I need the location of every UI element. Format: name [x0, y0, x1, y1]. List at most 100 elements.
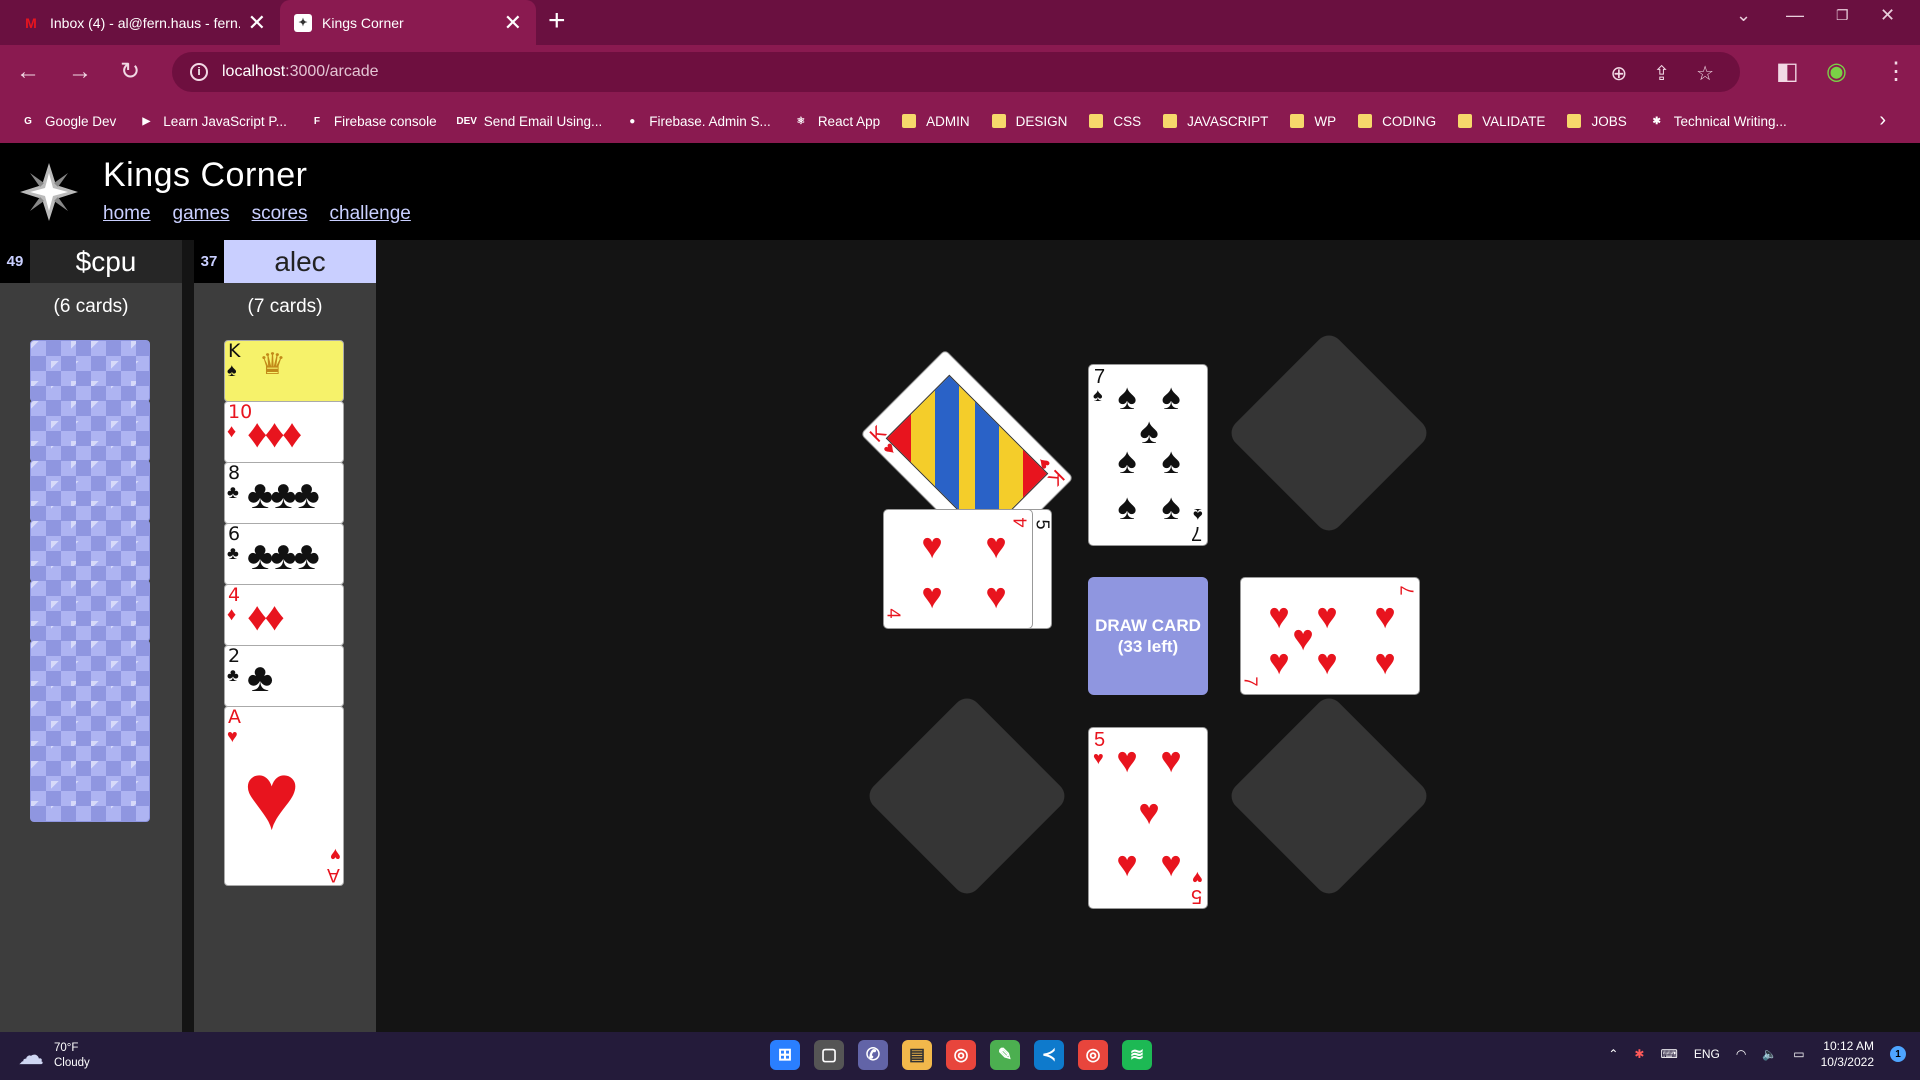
gmail-icon: M [25, 14, 37, 31]
bookmark-item[interactable]: CODING [1358, 114, 1436, 129]
tray-app-icon[interactable]: ✱ [1634, 1047, 1644, 1061]
bookmark-item[interactable]: DESIGN [991, 114, 1067, 129]
card-rank: 5 [1032, 519, 1052, 530]
north-pile[interactable]: 7 ♠ ♠ ♠ ♠ ♠ ♠ ♠ ♠ 7 ♠ [1088, 364, 1208, 546]
user-card-count: (7 cards) [247, 296, 323, 317]
bookmark-item[interactable]: JAVASCRIPT [1163, 114, 1268, 129]
vscode-icon[interactable]: ≺ [1034, 1040, 1064, 1070]
card-rank: 6 [228, 523, 241, 545]
tab-gmail[interactable]: M Inbox (4) - al@fern.haus - fern. ✕ [8, 0, 280, 45]
back-button[interactable]: ← [16, 58, 40, 86]
south-pile[interactable]: 5 ♥ ♥ ♥ ♥ ♥ ♥ 5 ♥ [1088, 727, 1208, 909]
cpu-card-back [30, 580, 150, 642]
tab-search-icon[interactable]: ⌄ [1736, 0, 1751, 30]
bookmark-item[interactable]: ADMIN [902, 114, 970, 129]
hand-card[interactable]: K ♠ ♛ [224, 340, 344, 402]
hand-card[interactable]: 2 ♣ ♣ [224, 645, 344, 707]
clock[interactable]: 10:12 AM 10/3/2022 [1821, 1038, 1874, 1070]
start-icon[interactable]: ⊞ [770, 1040, 800, 1070]
folder-icon [1089, 114, 1104, 128]
card-suit: ♠ [1193, 505, 1203, 525]
suit-pip: ♥ [1138, 791, 1160, 832]
side-panel-icon[interactable]: ◧ [1776, 58, 1799, 86]
corner-ne-slot[interactable] [1225, 329, 1433, 537]
bookmark-item[interactable]: ● Firebase. Admin S... [624, 113, 771, 129]
restore-button[interactable]: ❐ [1836, 0, 1849, 30]
bookmark-star-icon[interactable]: ☆ [1696, 61, 1714, 86]
cpu-panel: 49 $cpu (6 cards) [0, 240, 182, 1032]
card-rank: 7 [1240, 676, 1261, 687]
address-bar[interactable]: i localhost :3000/arcade ⊕ ⇪ ☆ [172, 52, 1740, 92]
bookmark-item[interactable]: JOBS [1567, 114, 1627, 129]
nav-games[interactable]: games [173, 203, 230, 225]
hand-card[interactable]: A ♥ ♥ A ♥ [224, 706, 344, 886]
suit-pip: ♥ [985, 525, 1007, 566]
notepad-icon[interactable]: ✎ [990, 1040, 1020, 1070]
url-host: localhost [222, 63, 286, 80]
extension-icon[interactable]: ◉ [1826, 58, 1847, 86]
bookmark-item[interactable]: WP [1290, 114, 1336, 129]
close-icon[interactable]: ✕ [504, 11, 522, 34]
close-window-button[interactable]: ✕ [1880, 0, 1895, 30]
new-tab-button[interactable]: + [548, 6, 566, 36]
bookmark-item[interactable]: VALIDATE [1458, 114, 1545, 129]
chevron-right-icon[interactable]: › [1879, 109, 1886, 132]
east-pile[interactable]: 7 7 ♥ ♥ ♥ ♥ ♥ ♥ ♥ [1240, 577, 1420, 695]
hand-card[interactable]: 6 ♣ ♣♣♣ [224, 523, 344, 585]
west-pile[interactable]: 4 4 ♥ ♥ ♥ ♥ [883, 509, 1033, 629]
wifi-icon[interactable]: ◠ [1736, 1047, 1746, 1061]
teams-icon[interactable]: ✆ [858, 1040, 888, 1070]
hand-card[interactable]: 8 ♣ ♣♣♣ [224, 462, 344, 524]
spotify-icon[interactable]: ≋ [1122, 1040, 1152, 1070]
main-nav: home games scores challenge [103, 203, 411, 225]
taskbar-apps: ⊞ ▢ ✆ ▤ ◎ ✎ ≺ ◎ ≋ [770, 1040, 1152, 1070]
forward-button[interactable]: → [68, 58, 92, 86]
app-title: Kings Corner [103, 156, 308, 194]
bookmark-label: ADMIN [926, 113, 970, 129]
chrome-active-icon[interactable]: ◎ [1078, 1040, 1108, 1070]
draw-card-button[interactable]: DRAW CARD (33 left) [1088, 577, 1208, 695]
task-view-icon[interactable]: ▢ [814, 1040, 844, 1070]
hand-card[interactable]: 10 ♦ ♦♦♦ [224, 401, 344, 463]
nav-home[interactable]: home [103, 203, 151, 225]
language-indicator[interactable]: ENG [1694, 1047, 1720, 1061]
bookmark-item[interactable]: CSS [1089, 114, 1141, 129]
notification-badge[interactable]: 1 [1890, 1046, 1906, 1062]
corner-se-slot[interactable] [1225, 692, 1433, 900]
volume-icon[interactable]: 🔈 [1762, 1047, 1777, 1061]
hand-card[interactable]: 4 ♦ ♦♦ [224, 584, 344, 646]
bookmark-icon: ● [629, 115, 636, 127]
nav-scores[interactable]: scores [252, 203, 308, 225]
chrome-icon[interactable]: ◎ [946, 1040, 976, 1070]
bookmark-item[interactable]: F Firebase console [309, 113, 437, 129]
card-rank: 5 [1190, 885, 1202, 907]
card-suit: ♣ [227, 482, 239, 502]
cpu-card-count: (6 cards) [53, 296, 129, 317]
suit-pip: ♥ [1160, 739, 1182, 780]
card-rank: 4 [883, 608, 904, 619]
minimize-button[interactable]: — [1786, 0, 1804, 30]
share-icon[interactable]: ⇪ [1653, 61, 1670, 86]
chevron-up-icon[interactable]: ⌃ [1608, 1047, 1618, 1061]
suit-pip: ♥ [921, 575, 943, 616]
bookmark-item[interactable]: ⚛ React App [793, 113, 880, 129]
tab-kings-corner[interactable]: ✦ Kings Corner ✕ [280, 0, 536, 45]
file-explorer-icon[interactable]: ▤ [902, 1040, 932, 1070]
close-icon[interactable]: ✕ [248, 11, 266, 34]
bookmark-item[interactable]: DEV Send Email Using... [456, 113, 602, 129]
bookmark-item[interactable]: G Google Dev [20, 113, 116, 129]
info-icon[interactable]: i [190, 63, 208, 81]
corner-sw-slot[interactable] [863, 692, 1071, 900]
weather-widget[interactable]: ☁ 70°F Cloudy [18, 1040, 90, 1071]
bookmark-icon: ⚛ [796, 115, 806, 127]
bookmark-item[interactable]: ▶ Learn JavaScript P... [138, 113, 286, 129]
reload-button[interactable]: ↻ [120, 58, 140, 86]
suit-pip: ♠ [1117, 440, 1137, 481]
nav-challenge[interactable]: challenge [330, 203, 411, 225]
bookmark-item[interactable]: ✱ Technical Writing... [1649, 113, 1787, 129]
card-pips: ♥ ♥ ♥ ♥ ♥ ♥ ♥ [1259, 592, 1409, 684]
zoom-icon[interactable]: ⊕ [1611, 61, 1628, 86]
menu-icon[interactable]: ⋮ [1884, 58, 1908, 86]
keyboard-icon[interactable]: ⌨ [1660, 1047, 1677, 1061]
battery-icon[interactable]: ▭ [1793, 1047, 1804, 1061]
